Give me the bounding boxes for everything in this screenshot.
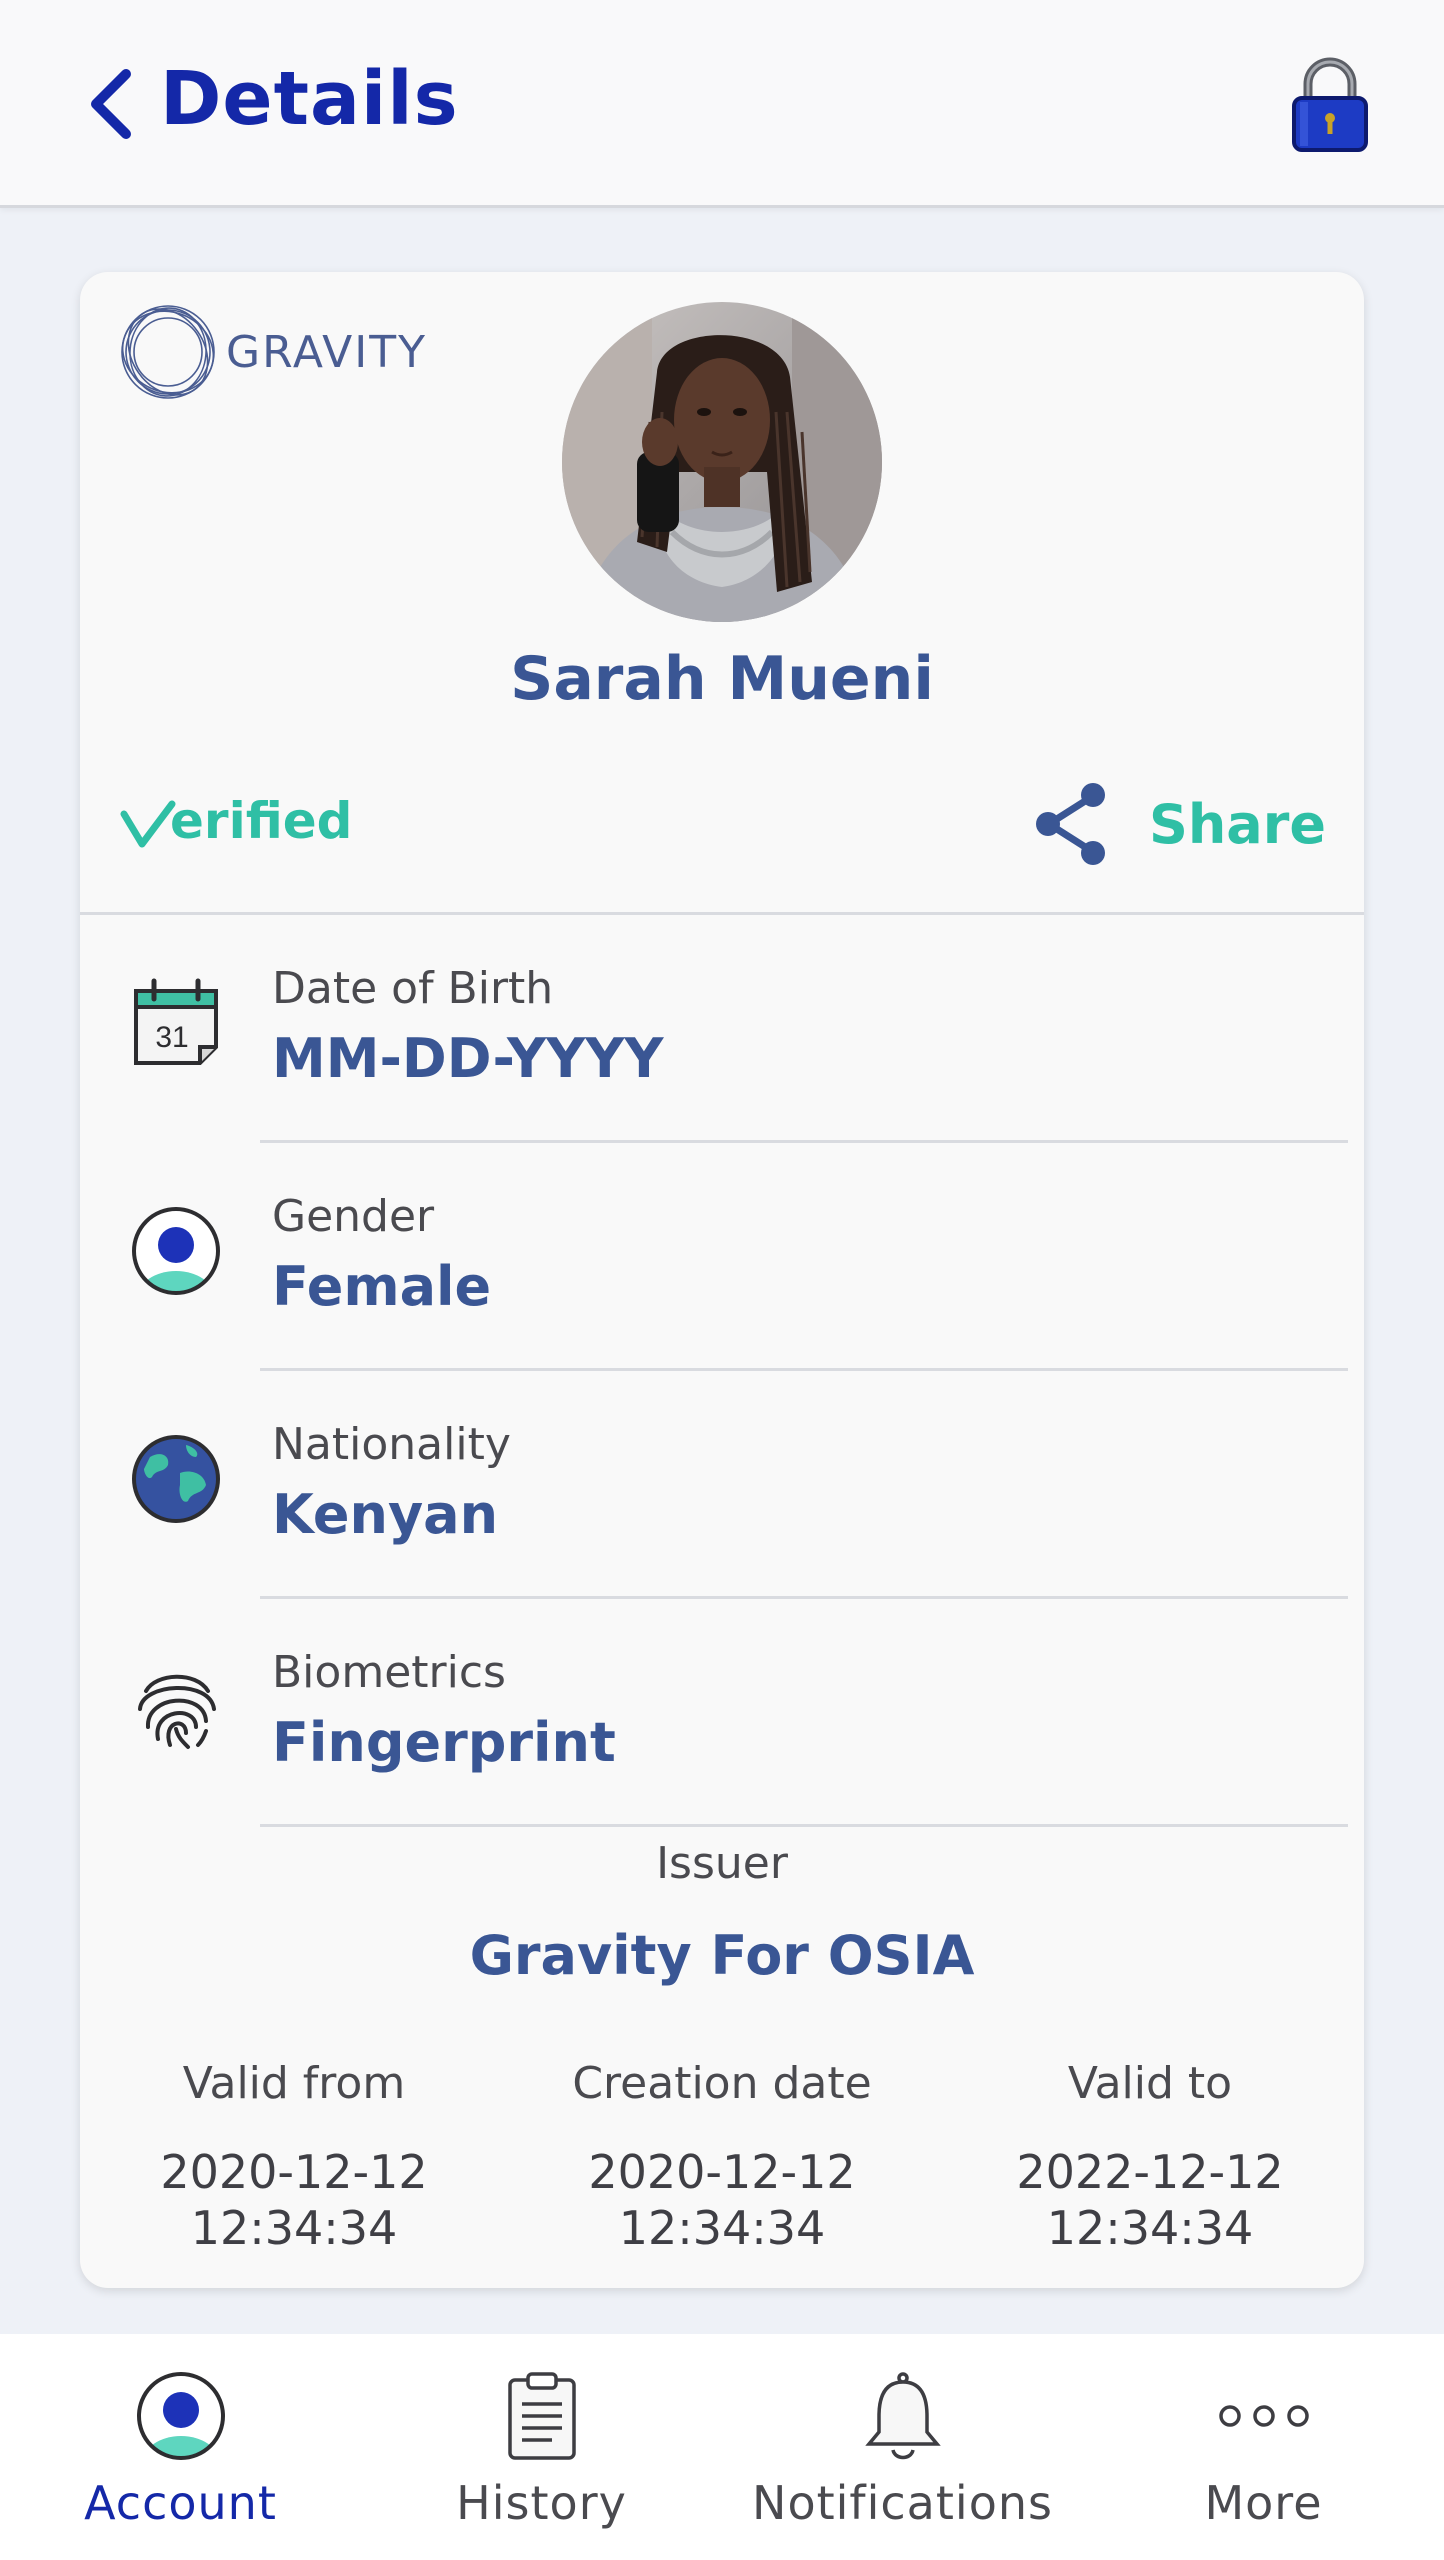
more-icon xyxy=(1214,2370,1314,2462)
issuer-value: Gravity For OSIA xyxy=(469,1924,975,1987)
date-value: 2020-12-12 xyxy=(588,2145,856,2199)
nav-item-history[interactable]: History xyxy=(361,2334,722,2560)
field-value: Kenyan xyxy=(272,1483,499,1546)
valid-to: Valid to 2022-12-12 12:34:34 xyxy=(936,2058,1364,2256)
issuer-label: Issuer xyxy=(656,1838,788,1889)
profile-photo xyxy=(562,302,882,622)
creation-date: Creation date 2020-12-12 12:34:34 xyxy=(508,2058,936,2256)
clipboard-icon xyxy=(492,2370,592,2462)
time-value: 12:34:34 xyxy=(618,2201,826,2255)
account-icon xyxy=(131,2370,231,2462)
field-label: Biometrics xyxy=(272,1647,506,1698)
nav-label: More xyxy=(1204,2476,1323,2530)
date-value: 2020-12-12 xyxy=(160,2145,428,2199)
fingerprint-icon xyxy=(128,1659,224,1755)
field-label: Date of Birth xyxy=(272,963,554,1014)
nav-label: History xyxy=(456,2476,627,2530)
lock-button[interactable] xyxy=(1290,54,1370,154)
validity-dates: Valid from 2020-12-12 12:34:34 Creation … xyxy=(80,2058,1364,2256)
nav-item-account[interactable]: Account xyxy=(0,2334,361,2560)
brand-name: GRAVITY xyxy=(226,326,427,378)
brand-logo: GRAVITY xyxy=(116,302,427,402)
field-value: Fingerprint xyxy=(272,1711,616,1774)
verified-status: erified xyxy=(120,792,352,850)
date-value: 2022-12-12 xyxy=(1016,2145,1284,2199)
bottom-nav: Account History Notifications More xyxy=(0,2334,1444,2560)
date-title: Valid to xyxy=(1067,2058,1233,2109)
lock-icon xyxy=(1292,57,1368,152)
nav-item-more[interactable]: More xyxy=(1083,2334,1444,2560)
field-nationality: Nationality Kenyan xyxy=(80,1371,1364,1599)
nav-item-notifications[interactable]: Notifications xyxy=(722,2334,1083,2560)
field-gender: Gender Female xyxy=(80,1143,1364,1371)
divider xyxy=(260,1824,1348,1827)
field-date-of-birth: 31 Date of Birth MM-DD-YYYY xyxy=(80,915,1364,1143)
verified-label: erified xyxy=(170,792,353,850)
valid-from: Valid from 2020-12-12 12:34:34 xyxy=(80,2058,508,2256)
date-title: Creation date xyxy=(572,2058,872,2109)
share-button[interactable]: Share xyxy=(1033,782,1326,866)
nav-label: Account xyxy=(84,2476,277,2530)
calendar-day: 31 xyxy=(155,1021,188,1054)
bell-icon xyxy=(853,2370,953,2462)
time-value: 12:34:34 xyxy=(190,2201,398,2255)
time-value: 12:34:34 xyxy=(1046,2201,1254,2255)
checkmark-icon xyxy=(120,800,176,848)
field-value: Female xyxy=(272,1255,492,1318)
person-name: Sarah Mueni xyxy=(510,644,934,714)
app-header: Details xyxy=(0,0,1444,208)
gravity-logo-icon xyxy=(121,305,215,399)
globe-icon xyxy=(128,1431,224,1527)
field-value: MM-DD-YYYY xyxy=(272,1027,664,1090)
avatar xyxy=(562,302,882,622)
user-icon xyxy=(128,1203,224,1299)
field-label: Nationality xyxy=(272,1419,511,1470)
date-title: Valid from xyxy=(182,2058,406,2109)
identity-card: GRAVITY Sarah Mueni erified Share 31 Dat… xyxy=(80,272,1364,2288)
page-title: Details xyxy=(160,56,459,142)
share-icon xyxy=(1035,783,1105,865)
back-button[interactable] xyxy=(80,62,140,146)
nav-label: Notifications xyxy=(752,2476,1053,2530)
share-label: Share xyxy=(1148,792,1326,856)
chevron-left-icon xyxy=(91,69,131,139)
field-biometrics: Biometrics Fingerprint xyxy=(80,1599,1364,1827)
calendar-icon: 31 xyxy=(128,975,224,1071)
field-label: Gender xyxy=(272,1191,435,1242)
